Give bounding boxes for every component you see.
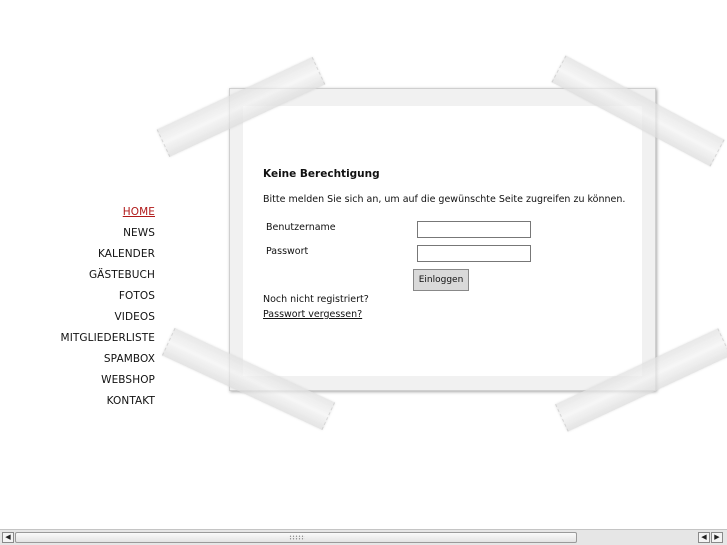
not-registered-text: Noch nicht registriert?: [263, 294, 369, 305]
content-frame: [229, 88, 656, 391]
nav-item-webshop[interactable]: WEBSHOP: [40, 370, 155, 391]
nav-item-kalender[interactable]: KALENDER: [40, 244, 155, 265]
scrollbar-thumb[interactable]: [15, 532, 577, 543]
password-label: Passwort: [266, 246, 309, 257]
nav-item-kontakt[interactable]: KONTAKT: [40, 391, 155, 412]
scroll-left-icon[interactable]: ◀: [2, 532, 14, 543]
nav-item-mitgliederliste[interactable]: MITGLIEDERLISTE: [40, 328, 155, 349]
login-section: Keine Berechtigung Bitte melden Sie sich…: [263, 167, 633, 207]
forgot-password-link[interactable]: Passwort vergessen?: [263, 309, 362, 320]
username-input[interactable]: [417, 221, 531, 238]
nav-item-home[interactable]: HOME: [40, 202, 155, 223]
username-label: Benutzername: [266, 222, 336, 233]
nav-item-news[interactable]: NEWS: [40, 223, 155, 244]
nav-item-fotos[interactable]: FOTOS: [40, 286, 155, 307]
horizontal-scrollbar[interactable]: ◀ ◀ ▶: [0, 529, 727, 545]
scroll-right-icon[interactable]: ▶: [711, 532, 723, 543]
scroll-left-alt-icon[interactable]: ◀: [698, 532, 710, 543]
nav-item-gaestebuch[interactable]: GÄSTEBUCH: [40, 265, 155, 286]
login-intro-text: Bitte melden Sie sich an, um auf die gew…: [263, 194, 626, 205]
main-nav: HOME NEWS KALENDER GÄSTEBUCH FOTOS VIDEO…: [40, 202, 155, 412]
nav-item-spambox[interactable]: SPAMBOX: [40, 349, 155, 370]
login-button[interactable]: Einloggen: [413, 269, 469, 291]
grip-icon: [289, 535, 305, 540]
password-input[interactable]: [417, 245, 531, 262]
content-panel: [243, 106, 642, 376]
nav-item-videos[interactable]: VIDEOS: [40, 307, 155, 328]
page-title: Keine Berechtigung: [263, 168, 380, 180]
